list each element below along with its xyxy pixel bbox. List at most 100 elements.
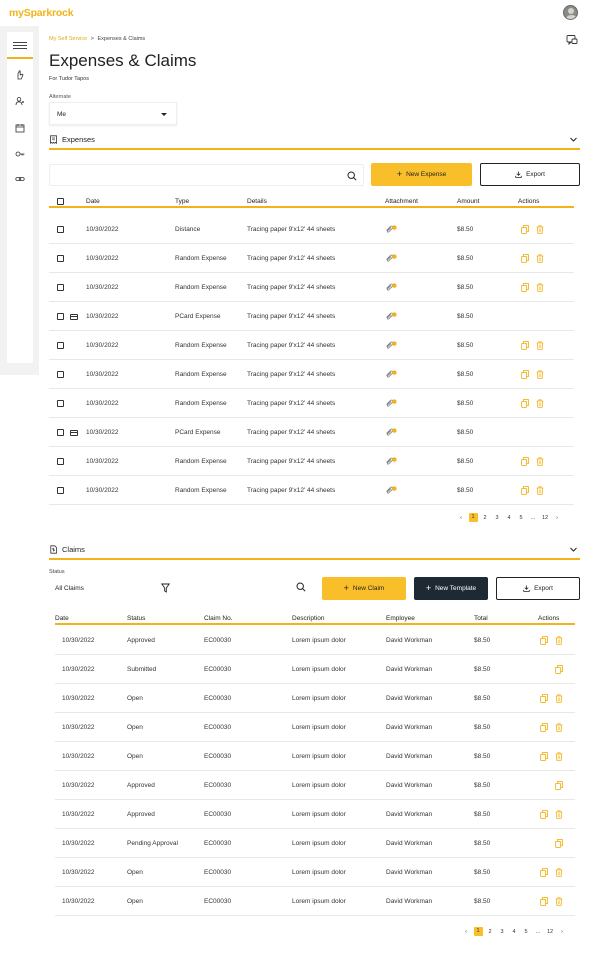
col-attachment[interactable]: Attachment [385,198,418,205]
attachment-icon[interactable] [385,428,397,436]
app-logo[interactable]: mySparkrock [9,7,74,19]
col-type[interactable]: Type [175,198,189,205]
col-date[interactable]: Date [55,615,69,622]
attachment-icon[interactable] [385,486,397,494]
table-row[interactable]: 10/30/2022 Submitted EC00030 Lorem ipsum do… [55,655,575,684]
table-row[interactable]: 10/30/2022 Random Expense Tracing paper 9'… [49,447,574,476]
col-claim-no[interactable]: Claim No. [204,615,233,622]
table-row[interactable]: 10/30/2022 Random Expense Tracing paper 9'… [49,331,574,360]
row-checkbox[interactable] [57,313,64,320]
table-row[interactable]: 10/30/2022 Open EC00030 Lorem ipsum dolor Da… [55,713,575,742]
alternate-select[interactable]: Me [49,102,177,125]
table-row[interactable]: 10/30/2022 Random Expense Tracing paper 9'… [49,389,574,418]
table-row[interactable]: 10/30/2022 Random Expense Tracing paper 9'… [49,244,574,273]
select-all-checkbox[interactable] [57,198,64,205]
table-row[interactable]: 10/30/2022 Pending Approval EC00030 Lorem i… [55,829,575,858]
table-row[interactable]: 10/30/2022 Approved EC00030 Lorem ipsum dol… [55,800,575,829]
page-4-button[interactable]: 4 [503,515,515,521]
page-5-button[interactable]: 5 [520,929,532,935]
page-12-button[interactable]: 12 [544,929,556,935]
table-row[interactable]: 10/30/2022 Open EC00030 Lorem ipsum dolor Da… [55,887,575,916]
table-row[interactable]: 10/30/2022 Approved EC00030 Lorem ipsum dol… [55,771,575,800]
row-checkbox[interactable] [57,458,64,465]
expenses-section-header[interactable]: Expenses [49,133,580,150]
attachment-icon[interactable] [385,254,397,262]
delete-icon[interactable] [536,370,544,379]
page-2-button[interactable]: 2 [484,929,496,935]
attachment-icon[interactable] [385,457,397,465]
new-template-button[interactable]: + New Template [414,577,488,600]
page-3-button[interactable]: 3 [496,929,508,935]
table-row[interactable]: 10/30/2022 Random Expense Tracing paper 9'… [49,476,574,505]
row-checkbox[interactable] [57,255,64,262]
copy-icon[interactable] [540,636,548,645]
copy-icon[interactable] [521,341,529,350]
claims-search-icon[interactable] [296,582,307,593]
copy-icon[interactable] [540,810,548,819]
link-icon[interactable] [15,174,25,184]
copy-icon[interactable] [540,868,548,877]
copy-icon[interactable] [555,781,563,790]
status-select[interactable]: All Claims [49,578,177,599]
copy-icon[interactable] [540,723,548,732]
table-row[interactable]: 10/30/2022 PCard Expense Tracing paper 9'x… [49,302,574,331]
delete-icon[interactable] [536,283,544,292]
key-icon[interactable] [15,149,25,159]
col-description[interactable]: Description [292,615,325,622]
page-1-button[interactable]: 1 [468,513,478,522]
delete-icon[interactable] [555,723,563,732]
table-row[interactable]: 10/30/2022 Random Expense Tracing paper 9'… [49,360,574,389]
delete-icon[interactable] [536,486,544,495]
page-5-button[interactable]: 5 [515,515,527,521]
breadcrumb-parent[interactable]: My Self Service [49,36,87,42]
attachment-icon[interactable] [385,370,397,378]
row-checkbox[interactable] [57,487,64,494]
filter-icon[interactable] [160,583,171,593]
table-row[interactable]: 10/30/2022 Random Expense Tracing paper 9'… [49,273,574,302]
table-row[interactable]: 10/30/2022 Approved EC00030 Lorem ipsum dol… [55,626,575,655]
table-row[interactable]: 10/30/2022 Open EC00030 Lorem ipsum dolor Da… [55,742,575,771]
copy-icon[interactable] [521,283,529,292]
col-date[interactable]: Date [86,198,100,205]
copy-icon[interactable] [555,839,563,848]
calendar-icon[interactable] [15,123,25,133]
copy-icon[interactable] [540,897,548,906]
copy-icon[interactable] [540,694,548,703]
next-page-button[interactable]: › [556,929,568,935]
new-claim-button[interactable]: + New Claim [322,577,406,600]
row-checkbox[interactable] [57,226,64,233]
page-12-button[interactable]: 12 [539,515,551,521]
delete-icon[interactable] [536,225,544,234]
page-4-button[interactable]: 4 [508,929,520,935]
copy-icon[interactable] [521,399,529,408]
delete-icon[interactable] [536,457,544,466]
col-status[interactable]: Status [127,615,145,622]
delete-icon[interactable] [536,254,544,263]
chevron-down-icon[interactable] [569,135,578,144]
row-checkbox[interactable] [57,429,64,436]
delete-icon[interactable] [555,897,563,906]
col-details[interactable]: Details [247,198,267,205]
chevron-down-icon[interactable] [569,545,578,554]
page-1-button[interactable]: 1 [473,927,483,936]
expenses-search-input[interactable] [49,164,364,186]
table-row[interactable]: 10/30/2022 PCard Expense Tracing paper 9'x… [49,418,574,447]
delete-icon[interactable] [536,341,544,350]
attachment-icon[interactable] [385,312,397,320]
table-row[interactable]: 10/30/2022 Open EC00030 Lorem ipsum dolor Da… [55,684,575,713]
attachment-icon[interactable] [385,225,397,233]
copy-icon[interactable] [540,752,548,761]
user-avatar[interactable] [563,5,578,20]
chat-icon[interactable] [566,34,578,46]
copy-icon[interactable] [521,370,529,379]
row-checkbox[interactable] [57,371,64,378]
table-row[interactable]: 10/30/2022 Open EC00030 Lorem ipsum dolor Da… [55,858,575,887]
claims-export-button[interactable]: Export [496,577,580,600]
copy-icon[interactable] [521,254,529,263]
col-total[interactable]: Total [474,615,488,622]
delete-icon[interactable] [555,694,563,703]
copy-icon[interactable] [521,457,529,466]
delete-icon[interactable] [555,752,563,761]
delete-icon[interactable] [555,868,563,877]
delete-icon[interactable] [555,810,563,819]
